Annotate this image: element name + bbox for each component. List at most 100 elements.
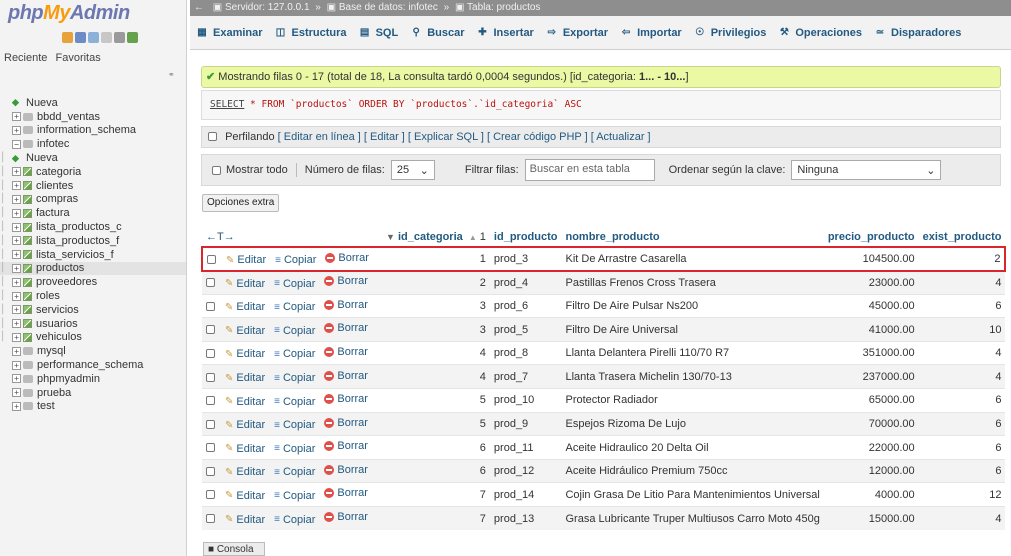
row-checkbox[interactable] [206,419,215,429]
copy-button[interactable]: ≡ Copiar [274,514,315,526]
reload-icon[interactable] [127,32,138,43]
expand-icon[interactable]: + [12,401,21,411]
sort-key-select[interactable]: Ninguna ⌄ [791,160,942,180]
tree-item-factura[interactable]: │ + factura [0,206,186,220]
row-checkbox[interactable] [206,396,215,406]
cell-id-categoria[interactable]: 1 [381,246,490,272]
copy-button[interactable]: ≡ Copiar [274,490,315,502]
cell-id-producto[interactable]: prod_6 [489,293,562,318]
cell-exist-producto[interactable]: 4 [918,270,1006,295]
row-checkbox[interactable] [206,372,215,382]
cell-id-producto[interactable]: prod_8 [489,340,562,365]
copy-button[interactable]: ≡ Copiar [274,443,315,455]
edit-button[interactable]: ✎ Editar [225,301,265,313]
cell-precio-producto[interactable]: 12000.00 [823,458,919,483]
cell-exist-producto[interactable]: 12 [918,482,1006,507]
header-precio-producto[interactable]: precio_producto [824,227,919,247]
tab-estructura[interactable]: ◫ Estructura [275,27,347,39]
tab-insertar[interactable]: ✚ Insertar [476,27,534,39]
cell-id-producto[interactable]: prod_10 [489,388,562,413]
logout-icon[interactable] [75,32,86,43]
cell-nombre-producto[interactable]: Aceite Hidráulico Premium 750cc [561,458,824,483]
expand-icon[interactable]: + [12,250,21,260]
expand-icon[interactable]: + [12,291,21,301]
cell-id-producto[interactable]: prod_13 [489,506,562,531]
cell-id-categoria[interactable]: 5 [381,411,490,436]
tree-item-proveedores[interactable]: │ + proveedores [0,275,186,289]
cell-precio-producto[interactable]: 41000.00 [823,317,919,342]
edit-button[interactable]: ✎ Editar [225,490,265,502]
cell-id-producto[interactable]: prod_7 [489,364,562,389]
expand-icon[interactable]: + [12,374,21,384]
cell-nombre-producto[interactable]: Pastillas Frenos Cross Trasera [561,270,824,295]
cell-id-producto[interactable]: prod_9 [489,411,562,436]
cell-id-producto[interactable]: prod_11 [489,435,562,460]
row-checkbox[interactable] [206,301,215,311]
extra-options-button[interactable]: Opciones extra [202,194,280,212]
expand-icon[interactable]: + [12,112,21,122]
cell-exist-producto[interactable]: 4 [918,340,1006,365]
tab-sql[interactable]: ▤ SQL [359,27,398,39]
tree-item-performance-schema[interactable]: + performance_schema [0,358,186,372]
delete-button[interactable]: Borrar [324,440,368,452]
tab-recent[interactable]: Reciente [4,52,47,64]
home-icon[interactable] [62,32,73,43]
filter-rows-input[interactable]: Buscar en esta tabla [524,159,655,181]
help-icon[interactable] [88,32,99,43]
row-checkbox[interactable] [206,348,215,358]
edit-button[interactable]: ✎ Editar [225,514,265,526]
tree-item-information-schema[interactable]: + information_schema [0,124,186,138]
tab-examinar[interactable]: ▦ Examinar [196,27,262,39]
tree-item-bbdd-ventas[interactable]: + bbdd_ventas [0,110,186,124]
link-with-main-icon[interactable]: ⚭ [168,70,175,79]
tab-buscar[interactable]: ⚲ Buscar [410,27,465,39]
cell-nombre-producto[interactable]: Grasa Lubricante Truper Multiusos Carro … [561,506,824,531]
edit-button[interactable]: ✎ Editar [225,348,265,360]
edit-button[interactable]: ✎ Editar [226,254,266,266]
cell-id-categoria[interactable]: 5 [381,388,490,413]
settings-icon[interactable] [114,32,125,43]
cell-id-categoria[interactable]: 4 [381,340,490,365]
cell-id-producto[interactable]: prod_3 [489,246,562,272]
cell-id-categoria[interactable]: 3 [381,293,490,318]
copy-button[interactable]: ≡ Copiar [274,301,315,313]
tree-item-roles[interactable]: │ + roles [0,289,186,303]
delete-button[interactable]: Borrar [324,487,368,499]
row-checkbox[interactable] [206,514,215,524]
expand-icon[interactable]: + [12,222,21,232]
tab-operaciones[interactable]: ⚒ Operaciones [778,27,862,39]
cell-nombre-producto[interactable]: Kit De Arrastre Casarella [561,246,824,272]
console-button[interactable]: ■ Consola [203,542,265,556]
show-all-checkbox[interactable] [212,165,221,175]
copy-button[interactable]: ≡ Copiar [274,278,315,290]
row-checkbox[interactable] [206,278,215,288]
header-id-categoria[interactable]: ▼ id_categoria ▲ 1 [382,227,490,247]
cell-id-producto[interactable]: prod_12 [489,458,562,483]
tree-item-phpmyadmin[interactable]: + phpmyadmin [0,372,186,386]
cell-precio-producto[interactable]: 22000.00 [823,435,919,460]
delete-button[interactable]: Borrar [325,252,369,264]
cell-precio-producto[interactable]: 23000.00 [823,270,919,295]
phpmyadmin-logo[interactable]: phpMyAdmin [0,0,186,30]
cell-id-categoria[interactable]: 7 [381,482,490,507]
cell-precio-producto[interactable]: 237000.00 [823,364,919,389]
copy-button[interactable]: ≡ Copiar [274,419,315,431]
cell-id-producto[interactable]: prod_4 [489,270,562,295]
delete-button[interactable]: Borrar [324,322,368,334]
expand-icon[interactable]: + [12,360,21,370]
expand-icon[interactable]: + [12,277,21,287]
edit-button[interactable]: ✎ Editar [225,325,265,337]
delete-button[interactable]: Borrar [324,393,368,405]
edit-button[interactable]: ✎ Editar [225,443,265,455]
tree-item-infotec[interactable]: − infotec [0,137,186,151]
tree-item-nueva[interactable]: │ ◆ Nueva [0,151,186,165]
expand-icon[interactable]: + [12,194,21,204]
tree-item-compras[interactable]: │ + compras [0,193,186,207]
cell-exist-producto[interactable]: 6 [918,458,1006,483]
row-checkbox[interactable] [206,325,215,335]
expand-icon[interactable]: + [12,346,21,356]
copy-button[interactable]: ≡ Copiar [275,254,316,266]
cell-exist-producto[interactable]: 6 [918,293,1006,318]
header-exist-producto[interactable]: exist_producto [919,227,1006,247]
cell-precio-producto[interactable]: 4000.00 [823,482,919,507]
